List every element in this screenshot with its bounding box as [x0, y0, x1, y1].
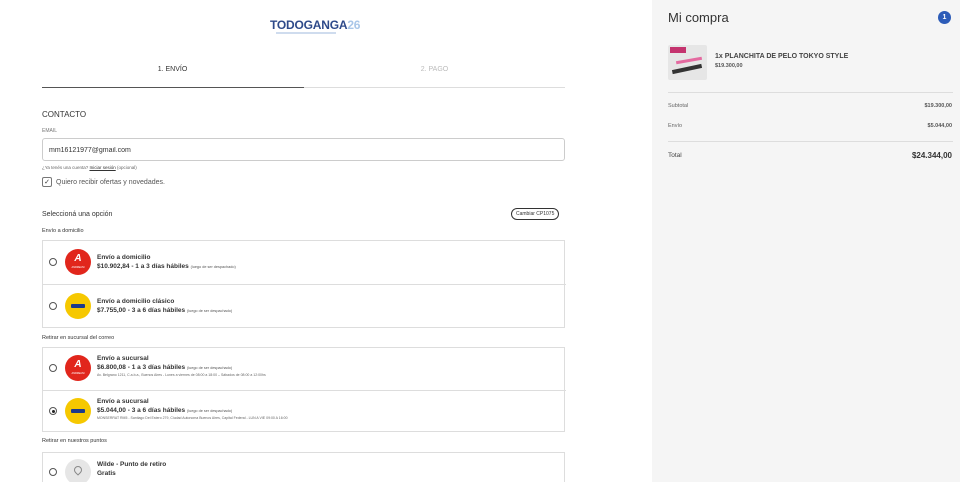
- newsletter-checkbox[interactable]: ✓: [42, 177, 52, 187]
- shipping-option-title: Envío a sucursal: [97, 398, 149, 405]
- checkout-steps: 1. ENVÍO 2. PAGO: [42, 66, 565, 90]
- shipping-option-address: MONSERRAT RM5 - Santiago Del Estero 279,…: [97, 416, 288, 420]
- shipping-option[interactable]: Envío a sucursal $5.044,00 - 3 a 6 días …: [43, 390, 566, 432]
- shipping-option-text: Envío a sucursal $5.044,00 - 3 a 6 días …: [97, 398, 288, 421]
- shipping-option-title: Envío a sucursal: [97, 355, 149, 362]
- subtotal-label: Subtotal: [668, 103, 689, 109]
- shipping-option-price: $5.044,00 - 3 a 6 días hábiles (luego de…: [97, 406, 288, 416]
- shipping-option-note: (luego de ser despachado): [190, 265, 236, 269]
- summary-divider: [668, 92, 953, 93]
- group-title-sucursal: Retirar en sucursal del correo: [42, 335, 115, 341]
- change-cp-button[interactable]: Cambiar CP1075: [511, 208, 560, 220]
- shipping-option[interactable]: A ANDREANI Envío a sucursal $6.800,08 - 1…: [43, 348, 566, 390]
- andreani-logo-icon: A ANDREANI: [65, 249, 91, 275]
- email-field-wrapper: [42, 138, 565, 161]
- shipping-radio[interactable]: [49, 364, 57, 372]
- shipping-heading: Seleccioná una opción: [42, 211, 113, 218]
- shipping-option-price-text: $6.800,08 - 1 a 3 días hábiles: [97, 364, 186, 371]
- step-envio[interactable]: 1. ENVÍO: [42, 66, 303, 73]
- order-summary-title: Mi compra: [668, 10, 729, 25]
- shipping-option-title: Wilde - Punto de retiro: [97, 461, 167, 468]
- logo-text-part2: GANGA: [303, 18, 348, 32]
- shipping-option-text: Wilde - Punto de retiro Gratis: [97, 461, 166, 478]
- shipping-card-sucursal: A ANDREANI Envío a sucursal $6.800,08 - 1…: [42, 347, 566, 432]
- logo-text-part3: 26: [347, 18, 361, 32]
- shipping-option-text: Envío a domicilio $10.902,84 - 1 a 3 día…: [97, 254, 236, 272]
- andreani-logo-icon: A ANDREANI: [65, 355, 91, 381]
- shipping-option-price: $6.800,08 - 1 a 3 días hábiles (luego de…: [97, 363, 266, 373]
- group-title-puntos: Retirar en nuestros puntos: [42, 438, 107, 444]
- shipping-radio[interactable]: [49, 302, 57, 310]
- subtotal-value: $19.300,00: [924, 103, 952, 109]
- shipping-radio-selected[interactable]: [49, 407, 57, 415]
- email-label: EMAIL: [42, 128, 58, 134]
- shipping-radio[interactable]: [49, 258, 57, 266]
- location-pin-icon: [65, 459, 91, 482]
- email-field[interactable]: [43, 140, 564, 161]
- group-title-domicilio: Envío a domicilio: [42, 228, 84, 234]
- contact-heading: CONTACTO: [42, 110, 87, 119]
- shipping-option-price: Gratis: [97, 470, 116, 477]
- checkout-form: TODOGANGA26 1. ENVÍO 2. PAGO CONTACTO EM…: [0, 0, 652, 482]
- step-pago: 2. PAGO: [420, 66, 449, 73]
- shipping-cost-label: Envío: [668, 123, 683, 129]
- login-hint-prefix: ¿Ya tenés una cuenta?: [42, 165, 90, 170]
- order-summary: Mi compra 1 1x PLANCHITA DE PELO TOKYO S…: [652, 0, 960, 482]
- shipping-option[interactable]: A ANDREANI Envío a domicilio $10.902,84 -…: [43, 241, 566, 284]
- shipping-option-price: $10.902,84 - 1 a 3 días hábiles (luego d…: [97, 262, 236, 272]
- shipping-option-title: Envío a domicilio clásico: [97, 298, 175, 305]
- product-name: 1x PLANCHITA DE PELO TOKYO STYLE: [715, 53, 849, 60]
- shipping-card-domicilio: A ANDREANI Envío a domicilio $10.902,84 -…: [42, 240, 566, 328]
- product-thumbnail: [668, 45, 707, 80]
- shipping-cost-value: $5.044,00: [927, 123, 952, 129]
- shipping-option-address: Av. Belgrano 1211, C.a.b.a., Buenos Aire…: [97, 373, 266, 377]
- newsletter-option[interactable]: ✓ Quiero recibir ofertas y novedades.: [42, 177, 165, 187]
- shipping-option-price-text: $7.755,00 - 3 a 6 días hábiles: [97, 307, 186, 314]
- shipping-option-text: Envío a sucursal $6.800,08 - 1 a 3 días …: [97, 355, 266, 378]
- shipping-option-price-text: $10.902,84 - 1 a 3 días hábiles: [97, 263, 189, 270]
- shipping-option-note: (luego de ser despachado): [186, 366, 233, 370]
- correo-argentino-logo-icon: [65, 293, 91, 319]
- total-value: $24.344,00: [911, 151, 952, 160]
- store-logo[interactable]: TODOGANGA26: [270, 18, 360, 32]
- newsletter-label: Quiero recibir ofertas y novedades.: [56, 178, 165, 186]
- login-link[interactable]: Iniciar sesión: [89, 165, 115, 170]
- shipping-option-price: $7.755,00 - 3 a 6 días hábiles (luego de…: [97, 306, 232, 316]
- shipping-option-text: Envío a domicilio clásico $7.755,00 - 3 …: [97, 298, 232, 316]
- shipping-option[interactable]: Envío a domicilio clásico $7.755,00 - 3 …: [43, 284, 566, 328]
- shipping-card-puntos: Wilde - Punto de retiro Gratis: [42, 452, 565, 482]
- shipping-option[interactable]: Wilde - Punto de retiro Gratis: [43, 453, 566, 482]
- shipping-radio[interactable]: [49, 468, 57, 476]
- total-label: Total: [668, 152, 682, 159]
- login-hint-suffix: (opcional): [115, 165, 137, 170]
- product-price: $19.300,00: [715, 63, 743, 69]
- summary-divider: [668, 141, 953, 142]
- login-hint: ¿Ya tenés una cuenta? Iniciar sesión (op…: [42, 165, 137, 170]
- logo-text-part1: TODO: [270, 18, 304, 32]
- correo-argentino-logo-icon: [65, 398, 91, 424]
- logo-tagline: [276, 32, 336, 34]
- shipping-option-note: (luego de ser despachado): [186, 409, 233, 413]
- shipping-option-note: (luego de ser despachado): [186, 309, 233, 313]
- shipping-option-title: Envío a domicilio: [97, 254, 151, 261]
- cart-count-badge: 1: [938, 11, 951, 24]
- shipping-option-price-text: $5.044,00 - 3 a 6 días hábiles: [97, 407, 186, 414]
- step-envio-indicator: [42, 87, 304, 88]
- step-pago-indicator: [304, 87, 565, 88]
